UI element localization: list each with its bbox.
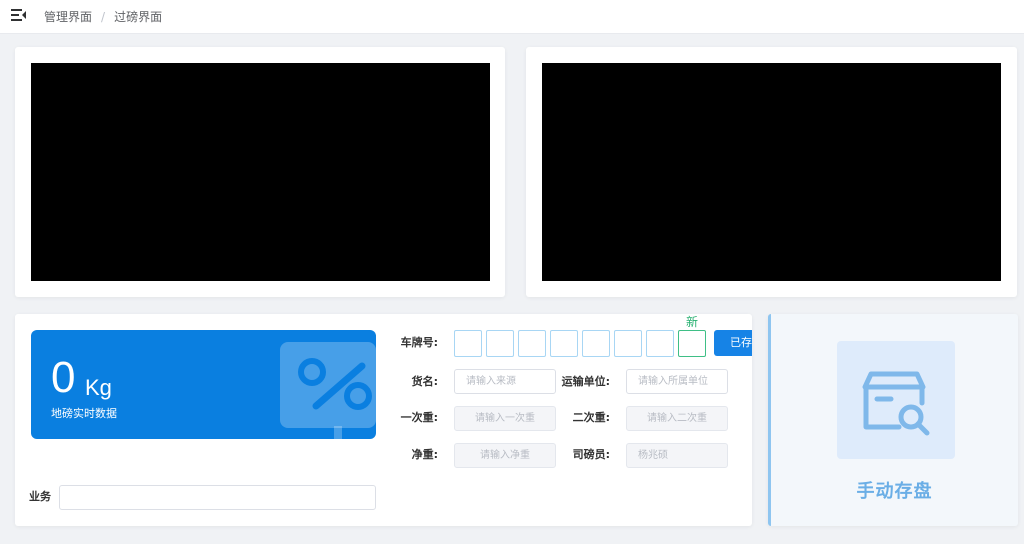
- manual-save-icon-background: [837, 341, 955, 459]
- plate-char-box[interactable]: [518, 330, 546, 357]
- camera-feed-left: [31, 63, 490, 281]
- plate-char-box[interactable]: [582, 330, 610, 357]
- business-input[interactable]: [59, 485, 376, 510]
- breadcrumb-root[interactable]: 管理界面: [44, 8, 92, 25]
- weigher-input[interactable]: 杨兆硕: [626, 443, 728, 468]
- cargo-input[interactable]: 请输入来源: [454, 369, 556, 394]
- weigher-label: 司磅员:: [572, 448, 610, 461]
- manual-save-card[interactable]: 手动存盘: [768, 314, 1018, 526]
- weight-value: 0: [51, 353, 76, 402]
- weight-caption: 地磅实时数据: [51, 407, 117, 420]
- manual-save-label: 手动存盘: [856, 481, 933, 502]
- top-header: 管理界面 / 过磅界面: [0, 0, 1024, 34]
- transport-label: 运输单位:: [561, 375, 610, 388]
- plate-char-box[interactable]: [614, 330, 642, 357]
- plate-char-box[interactable]: [646, 330, 674, 357]
- plate-char-box[interactable]: [486, 330, 514, 357]
- plate-char-box-new-energy[interactable]: [678, 330, 706, 357]
- plate-new-energy-tag: 新: [686, 315, 699, 329]
- plate-label: 车牌号:: [400, 336, 438, 349]
- breadcrumb-separator: /: [101, 9, 106, 24]
- business-label: 业务: [29, 490, 51, 503]
- net-weight-input[interactable]: 请输入净重: [454, 443, 556, 468]
- plate-char-box[interactable]: [550, 330, 578, 357]
- weight-unit: Kg: [85, 375, 112, 400]
- camera-card-right: [526, 47, 1017, 297]
- camera-feed-right: [542, 63, 1001, 281]
- cargo-label: 货名:: [411, 375, 438, 388]
- box-search-icon: [862, 371, 930, 436]
- plate-char-box[interactable]: [454, 330, 482, 357]
- weight-display-tile: 0 Kg 地磅实时数据: [31, 330, 376, 439]
- saved-plates-button[interactable]: 已存: [714, 330, 752, 356]
- breadcrumb: 管理界面 / 过磅界面: [44, 8, 162, 25]
- second-weight-input[interactable]: 请输入二次重: [626, 406, 728, 431]
- menu-toggle-icon[interactable]: [11, 8, 27, 22]
- camera-card-left: [15, 47, 505, 297]
- first-weight-label: 一次重:: [400, 411, 438, 424]
- scale-percent-icon: [280, 342, 376, 439]
- second-weight-label: 二次重:: [572, 411, 610, 424]
- transport-input[interactable]: 请输入所属单位: [626, 369, 728, 394]
- first-weight-input[interactable]: 请输入一次重: [454, 406, 556, 431]
- net-weight-label: 净重:: [411, 448, 438, 461]
- breadcrumb-current: 过磅界面: [114, 10, 163, 24]
